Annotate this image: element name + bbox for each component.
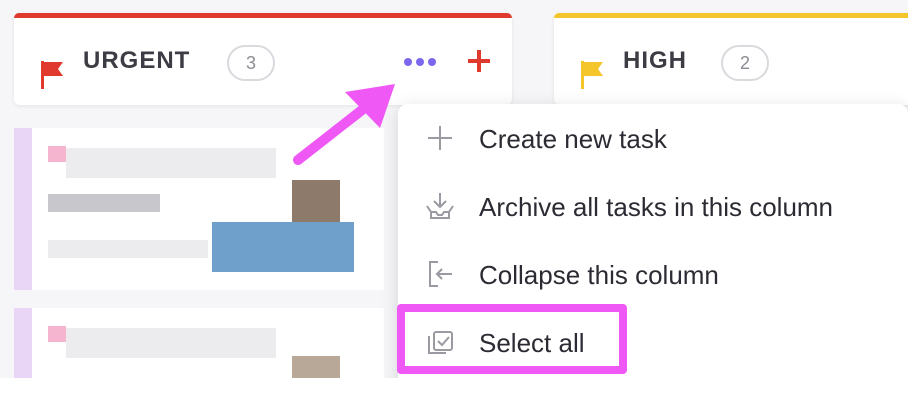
card-status-stripe	[14, 308, 32, 378]
board-view: URGENT 3 HIGH 2 Create new task Archive …	[0, 0, 908, 378]
card-progress-blur	[212, 222, 354, 272]
archive-icon	[426, 193, 454, 219]
avatar	[292, 356, 340, 378]
card-meta-blur	[48, 194, 160, 212]
archive-all-tasks-item[interactable]: Archive all tasks in this column	[398, 180, 908, 232]
card-title-blur	[66, 328, 276, 358]
card-status-stripe	[14, 128, 32, 290]
column-color-bar	[14, 13, 512, 18]
menu-item-label: Collapse this column	[479, 260, 719, 290]
collapse-icon	[429, 261, 452, 287]
card-date-blur	[48, 240, 208, 258]
task-count-badge: 2	[721, 45, 769, 81]
column-header-high: HIGH 2	[554, 13, 908, 105]
select-all-item[interactable]: Select all	[398, 316, 908, 368]
menu-item-label: Create new task	[479, 124, 667, 154]
menu-item-label: Archive all tasks in this column	[479, 192, 834, 222]
select-all-icon	[428, 331, 453, 354]
column-options-menu: Create new task Archive all tasks in thi…	[398, 104, 908, 378]
task-card[interactable]	[14, 128, 384, 290]
task-card[interactable]	[14, 308, 384, 378]
menu-item-label: Select all	[479, 328, 585, 358]
flag-icon	[41, 61, 63, 89]
plus-icon	[428, 126, 452, 150]
card-title-blur	[66, 148, 276, 178]
card-tag	[48, 326, 66, 342]
flag-icon	[581, 61, 603, 89]
collapse-column-item[interactable]: Collapse this column	[398, 248, 908, 300]
add-task-button[interactable]	[466, 48, 492, 74]
card-tag	[48, 146, 66, 162]
column-title: URGENT	[83, 47, 191, 74]
column-color-bar	[554, 13, 908, 18]
create-new-task-item[interactable]: Create new task	[398, 112, 908, 164]
more-dots-icon[interactable]	[402, 52, 438, 72]
column-title: HIGH	[623, 47, 687, 74]
column-header-urgent: URGENT 3	[14, 13, 512, 105]
task-count-badge: 3	[227, 45, 275, 81]
